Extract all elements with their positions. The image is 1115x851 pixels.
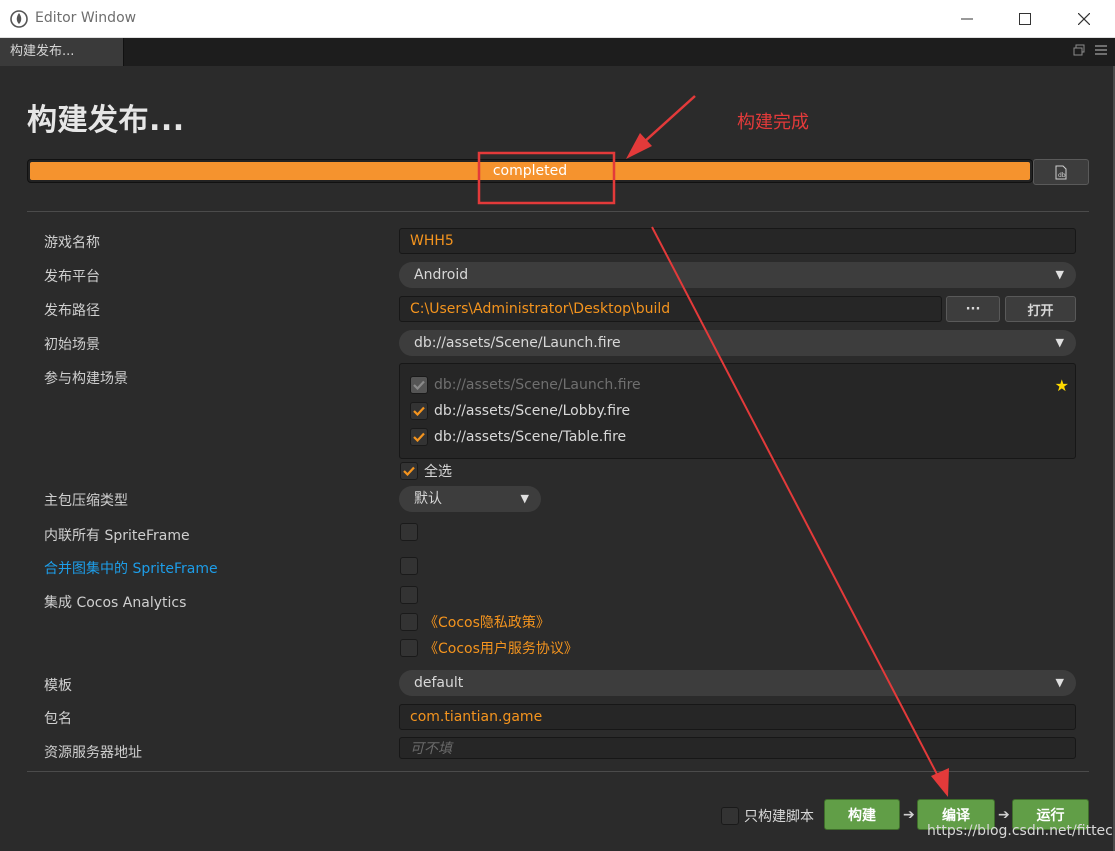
select-all-checkbox[interactable] (400, 462, 418, 480)
build-path-input[interactable]: C:\Users\Administrator\Desktop\build (399, 296, 942, 322)
open-log-button[interactable]: db (1033, 159, 1089, 185)
only-script-label: 只构建脚本 (744, 809, 814, 825)
maximize-icon (1019, 13, 1031, 25)
select-all-label: 全选 (424, 464, 452, 480)
watermark: https://blog.csdn.net/fittec (927, 823, 1113, 839)
log-file-icon: db (1055, 165, 1067, 179)
start-scene-select[interactable]: db://assets/Scene/Launch.fire ▼ (399, 330, 1076, 356)
scene-path: db://assets/Scene/Table.fire (434, 429, 627, 445)
inline-spriteframe-label: 内联所有 SpriteFrame (44, 528, 190, 544)
dropdown-arrow-icon: ▼ (1055, 336, 1064, 349)
scene-checkbox[interactable] (410, 428, 428, 446)
menu-icon[interactable] (1095, 44, 1107, 56)
build-button[interactable]: 构建 (824, 799, 900, 830)
platform-value: Android (414, 267, 469, 283)
svg-text:db: db (1058, 172, 1066, 179)
title-bar: Editor Window (0, 0, 1115, 38)
merge-spriteframe-label[interactable]: 合并图集中的 SpriteFrame (44, 558, 218, 578)
build-progress-bar: completed (27, 159, 1033, 183)
scene-list: db://assets/Scene/Launch.fire db://asset… (399, 363, 1076, 459)
arrow-right-icon: ➔ (903, 807, 915, 823)
divider-bottom (27, 771, 1089, 772)
scene-checkbox[interactable] (410, 402, 428, 420)
maximize-button[interactable] (996, 0, 1054, 38)
platform-select[interactable]: Android ▼ (399, 262, 1076, 288)
platform-label: 发布平台 (44, 269, 100, 285)
annotation-label: 构建完成 (737, 112, 809, 133)
terms-row: 《Cocos用户服务协议》 (400, 638, 578, 658)
select-all[interactable]: 全选 (400, 461, 452, 481)
template-select[interactable]: default ▼ (399, 670, 1076, 696)
check-icon (413, 380, 425, 390)
tab-build[interactable]: 构建发布... (0, 38, 124, 66)
inline-spriteframe-checkbox[interactable] (400, 523, 418, 541)
asset-server-label: 资源服务器地址 (44, 745, 142, 761)
scene-item[interactable]: db://assets/Scene/Lobby.fire (410, 402, 630, 420)
terms-checkbox[interactable] (400, 639, 418, 657)
browse-button[interactable]: ··· (946, 296, 1000, 322)
privacy-policy-checkbox[interactable] (400, 613, 418, 631)
build-path-label: 发布路径 (44, 303, 100, 319)
minimize-button[interactable] (938, 0, 996, 38)
popout-icon[interactable] (1073, 44, 1085, 56)
game-name-input[interactable]: WHH5 (399, 228, 1076, 254)
scenes-label: 参与构建场景 (44, 371, 128, 387)
page-title: 构建发布... (27, 103, 185, 138)
asset-server-input[interactable]: 可不填 (399, 737, 1076, 759)
check-icon (413, 406, 425, 416)
progress-label: completed (492, 163, 568, 179)
editor-window: Editor Window 构建发布... 构建发布... 构建完成 compl… (0, 0, 1115, 851)
only-script-checkbox[interactable] (721, 807, 739, 825)
check-icon (413, 432, 425, 442)
template-value: default (414, 675, 464, 691)
compression-select[interactable]: 默认 ▼ (399, 486, 541, 512)
game-name-label: 游戏名称 (44, 235, 100, 251)
compression-value: 默认 (414, 491, 442, 507)
dropdown-arrow-icon: ▼ (1055, 676, 1064, 689)
merge-spriteframe-checkbox[interactable] (400, 557, 418, 575)
privacy-policy-link[interactable]: 《Cocos隐私政策》 (424, 612, 550, 632)
arrow-right-icon: ➔ (998, 807, 1010, 823)
analytics-label: 集成 Cocos Analytics (44, 595, 187, 611)
dropdown-arrow-icon: ▼ (1055, 268, 1064, 281)
scene-path: db://assets/Scene/Lobby.fire (434, 403, 631, 419)
package-name-input[interactable]: com.tiantian.game (399, 704, 1076, 730)
package-name-label: 包名 (44, 711, 72, 727)
tab-tools (1073, 44, 1107, 56)
scene-item[interactable]: db://assets/Scene/Launch.fire (410, 376, 641, 394)
tab-bar: 构建发布... (0, 38, 1115, 66)
start-scene-star-icon: ★ (1054, 376, 1069, 395)
privacy-policy-row: 《Cocos隐私政策》 (400, 612, 550, 632)
check-icon (403, 466, 415, 476)
minimize-icon (961, 18, 973, 20)
start-scene-label: 初始场景 (44, 337, 100, 353)
window-title: Editor Window (35, 10, 137, 26)
annotation-arrow-icon (626, 95, 696, 159)
scene-checkbox[interactable] (410, 376, 428, 394)
terms-link[interactable]: 《Cocos用户服务协议》 (424, 638, 578, 658)
close-button[interactable] (1055, 0, 1113, 38)
divider-top (27, 211, 1089, 212)
analytics-checkbox[interactable] (400, 586, 418, 604)
only-script-row: 只构建脚本 (721, 806, 814, 826)
close-icon (1078, 13, 1090, 25)
compression-label: 主包压缩类型 (44, 493, 128, 509)
template-label: 模板 (44, 678, 72, 694)
scene-path: db://assets/Scene/Launch.fire (434, 377, 641, 393)
scene-item[interactable]: db://assets/Scene/Table.fire (410, 428, 626, 446)
open-folder-button[interactable]: 打开 (1005, 296, 1076, 322)
dropdown-arrow-icon: ▼ (520, 492, 529, 505)
start-scene-value: db://assets/Scene/Launch.fire (414, 335, 621, 351)
cocos-logo-icon (10, 10, 28, 28)
